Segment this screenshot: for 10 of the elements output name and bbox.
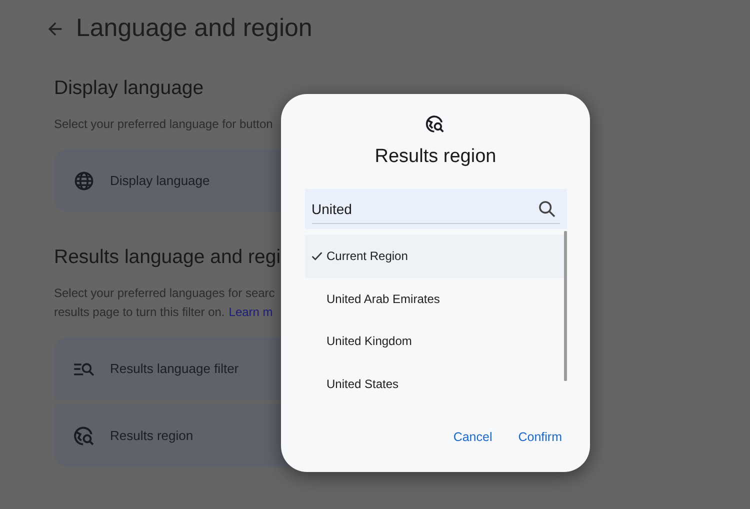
section-heading: Results language and regi <box>54 246 281 269</box>
card-label: Results language filter <box>110 361 239 376</box>
section-description: Select your preferred language for button <box>54 116 273 133</box>
card-label: Results region <box>110 428 194 443</box>
dialog-title: Results region <box>374 146 496 168</box>
section-heading: Display language <box>54 77 204 100</box>
section-description: Select your preferred languages for searc <box>54 285 275 302</box>
page-title: Language and region <box>76 14 312 43</box>
card-label: Display language <box>110 173 210 188</box>
section-description: results page to turn this filter on. <box>54 304 225 321</box>
